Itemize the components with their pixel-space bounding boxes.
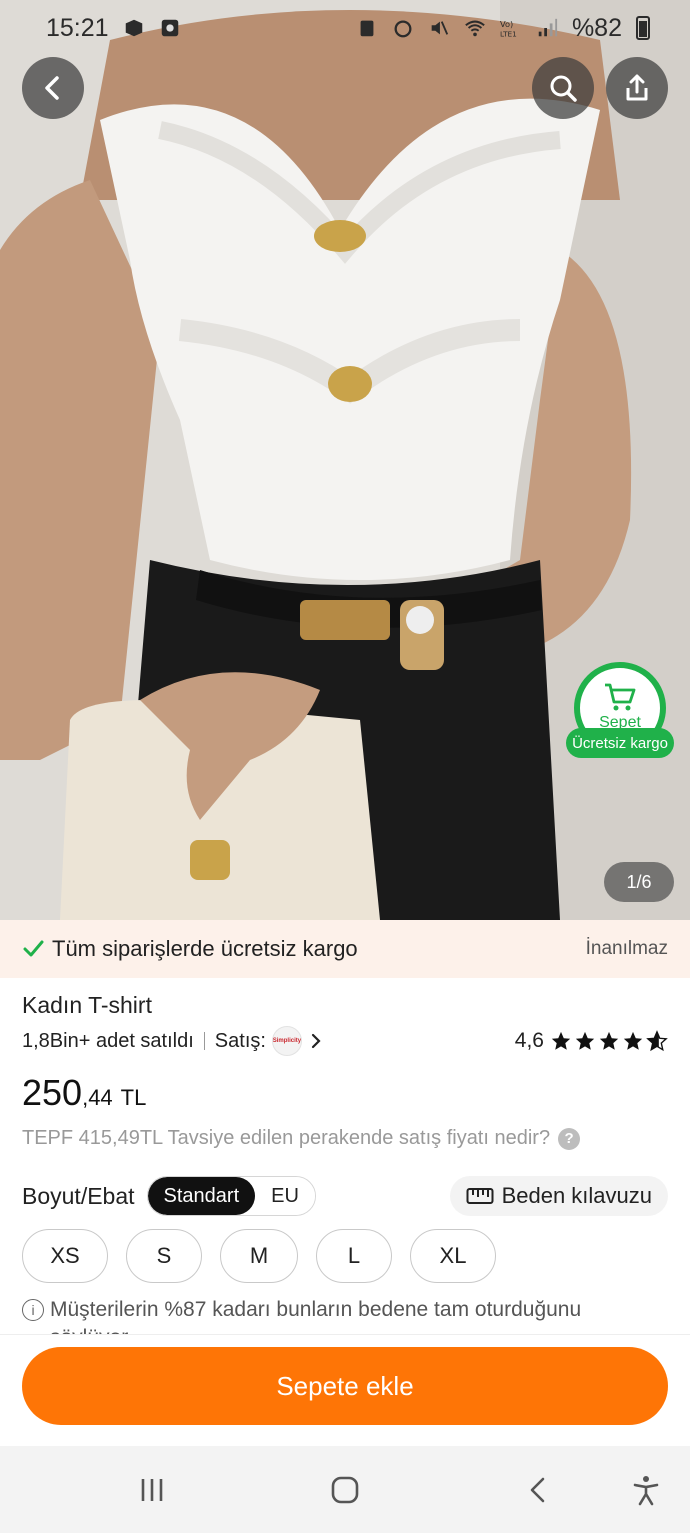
banner-text: Tüm siparişlerde ücretsiz kargo — [52, 936, 358, 961]
size-label: Boyut/Ebat — [22, 1182, 135, 1209]
help-icon[interactable]: ? — [558, 1127, 581, 1150]
size-option[interactable]: XL — [410, 1229, 496, 1283]
size-standard-option[interactable]: EU — [255, 1177, 315, 1215]
size-standard-option[interactable]: Standart — [147, 1177, 256, 1215]
size-standard-toggle: Standart EU — [146, 1176, 316, 1216]
ruler-icon — [466, 1188, 494, 1204]
seller-label: Satış: — [214, 1029, 266, 1052]
volte-icon: Vo)LTE1 — [500, 19, 517, 38]
box-icon — [125, 19, 142, 37]
free-shipping-badge: Ücretsiz kargo — [566, 728, 674, 758]
check-icon — [23, 940, 44, 957]
status-time: 15:21 — [46, 13, 109, 42]
size-option[interactable]: S — [126, 1229, 202, 1283]
home-button[interactable] — [327, 1472, 363, 1508]
back-icon — [530, 1477, 545, 1503]
system-navigation-bar — [0, 1446, 690, 1533]
product-price: 250 ,44 TL — [22, 1072, 146, 1114]
price-cents: ,44 — [82, 1085, 113, 1110]
size-guide-label: Beden kılavuzu — [501, 1183, 652, 1208]
star-icon — [599, 1031, 619, 1050]
back-button[interactable] — [22, 57, 84, 119]
recommended-retail-price[interactable]: TEPF 415,49TL Tavsiye edilen perakende s… — [22, 1127, 581, 1150]
chevron-left-icon — [45, 76, 59, 100]
product-rating[interactable]: 4,6 — [515, 1029, 668, 1053]
wifi-icon — [465, 20, 485, 37]
price-currency: TL — [120, 1085, 147, 1110]
free-shipping-banner[interactable]: Tüm siparişlerde ücretsiz kargo İnanılma… — [0, 920, 690, 978]
battery-percent: %82 — [571, 13, 622, 42]
bottom-action-bar: Sepete ekle — [0, 1334, 690, 1446]
status-bar: 15:21 Vo) LTE1 %82 — [0, 0, 690, 56]
search-icon — [550, 75, 577, 102]
svg-text:Vo): Vo) — [500, 19, 513, 29]
star-icon — [551, 1031, 571, 1050]
signal-icon — [538, 18, 558, 37]
search-button[interactable] — [532, 57, 594, 119]
recent-apps-icon — [141, 1479, 163, 1501]
mute-icon — [431, 21, 449, 35]
rating-stars — [550, 1030, 668, 1052]
product-title: Kadın T-shirt — [22, 992, 152, 1018]
size-option[interactable]: M — [220, 1229, 298, 1283]
seller-link[interactable]: Satış: Simplicity — [215, 1026, 326, 1056]
size-guide-button[interactable]: Beden kılavuzu — [449, 1176, 668, 1216]
share-icon — [626, 74, 648, 101]
star-icon — [575, 1031, 595, 1050]
fit-note: i Müşterilerin %87 kadarı bunların beden… — [22, 1296, 662, 1334]
image-counter: 1/6 — [604, 862, 674, 902]
product-photo — [0, 0, 690, 920]
recycle-icon — [360, 20, 374, 37]
add-to-cart-button[interactable]: Sepete ekle — [22, 1347, 668, 1425]
svg-text:LTE1: LTE1 — [500, 29, 517, 38]
rating-value: 4,6 — [514, 1029, 544, 1052]
home-icon — [331, 1476, 359, 1504]
info-icon: i — [22, 1299, 44, 1321]
share-button[interactable] — [606, 57, 668, 119]
size-option[interactable]: L — [316, 1229, 392, 1283]
alarm-icon — [394, 20, 412, 38]
star-icon — [623, 1031, 643, 1050]
rrp-text: TEPF 415,49TL Tavsiye edilen perakende s… — [22, 1127, 551, 1149]
half-star-icon — [646, 1030, 668, 1052]
chevron-right-icon — [311, 1033, 321, 1049]
divider — [203, 1032, 205, 1050]
sales-seller-row: 1,8Bin+ adet satıldı Satış: Simplicity 4… — [22, 1026, 668, 1056]
battery-icon — [636, 16, 650, 40]
sold-count: 1,8Bin+ adet satıldı — [22, 1029, 194, 1052]
size-option[interactable]: XS — [22, 1229, 108, 1283]
price-main: 250 — [22, 1072, 83, 1113]
accessibility-button[interactable] — [628, 1472, 664, 1508]
cart-icon — [605, 683, 636, 711]
accessibility-icon — [633, 1476, 659, 1506]
fit-note-text: Müşterilerin %87 kadarı bunların bedene … — [50, 1298, 582, 1334]
size-header-row: Boyut/Ebat Standart EU Beden kılavuzu — [22, 1176, 668, 1216]
size-options: XS S M L XL — [22, 1229, 496, 1283]
recent-apps-button[interactable] — [134, 1472, 170, 1508]
seller-logo: Simplicity — [271, 1026, 302, 1056]
back-nav-button[interactable] — [520, 1472, 556, 1508]
photo-icon — [161, 19, 178, 37]
banner-right-text: İnanılmaz — [585, 938, 668, 959]
product-image-gallery[interactable]: 15:21 Vo) LTE1 %82 Sepet Ücretsiz kargo 1… — [0, 0, 690, 920]
